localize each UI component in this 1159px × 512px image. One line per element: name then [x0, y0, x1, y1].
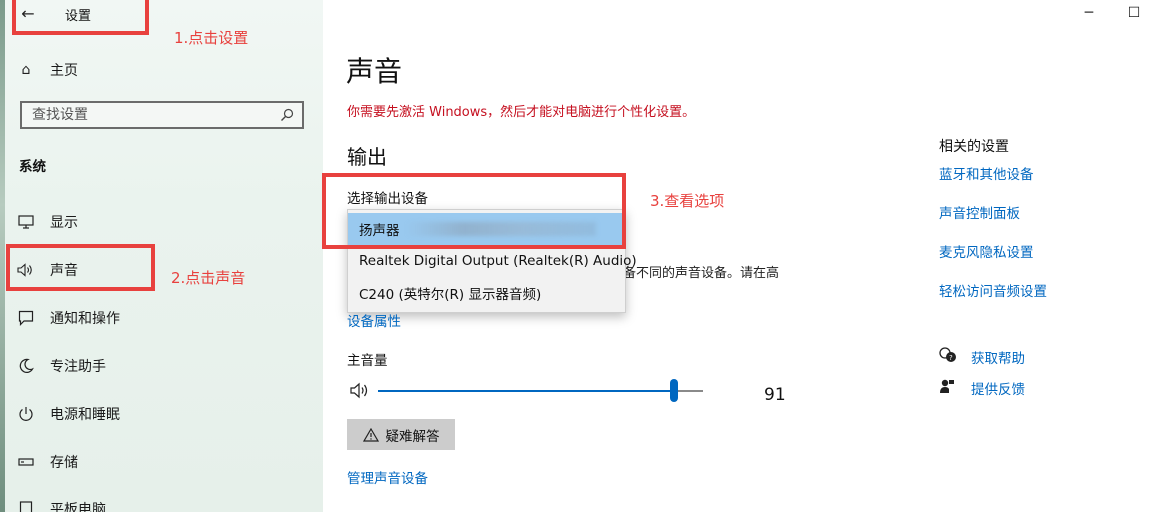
nav-notifications-label: 通知和操作 — [50, 311, 120, 327]
related-link-mic-privacy[interactable]: 麦克风隐私设置 — [939, 241, 1034, 261]
nav-focus-assist-label: 专注助手 — [50, 359, 106, 375]
output-hint-text: 备不同的声音设备。请在高 — [623, 266, 780, 281]
related-link-ease-of-access-audio[interactable]: 轻松访问音频设置 — [939, 280, 1047, 300]
search-icon[interactable] — [280, 108, 294, 122]
nav-home[interactable]: ⌂ 主页 — [17, 58, 78, 82]
nav-focus-assist[interactable]: 专注助手 — [17, 354, 106, 378]
annotation-box-dropdown — [322, 173, 626, 249]
manage-sound-devices-link[interactable]: 管理声音设备 — [347, 467, 428, 487]
power-icon — [17, 405, 35, 423]
volume-slider[interactable] — [378, 379, 703, 402]
search-field[interactable] — [20, 101, 304, 129]
nav-power[interactable]: 电源和睡眠 — [17, 402, 120, 426]
volume-icon[interactable] — [350, 382, 372, 403]
home-icon: ⌂ — [21, 62, 31, 78]
device-properties-link[interactable]: 设备属性 — [347, 310, 401, 330]
nav-power-label: 电源和睡眠 — [50, 407, 120, 423]
annotation-box-sound — [6, 244, 155, 291]
master-volume-label: 主音量 — [347, 353, 388, 369]
volume-slider-thumb[interactable] — [669, 379, 678, 402]
activation-warning: 你需要先激活 Windows，然后才能对电脑进行个性化设置。 — [347, 105, 696, 120]
output-heading: 输出 — [347, 145, 387, 169]
search-input[interactable] — [32, 107, 262, 123]
help-icon: ? — [939, 347, 957, 367]
dropdown-option-c240[interactable]: C240 (英特尔(R) 显示器音频) — [348, 277, 625, 309]
nav-notifications[interactable]: 通知和操作 — [17, 306, 120, 330]
desktop-edge — [0, 0, 5, 512]
nav-storage[interactable]: 存储 — [17, 450, 78, 474]
annotation-step1: 1.点击设置 — [174, 29, 249, 47]
nav-tablet[interactable]: 平板电脑 — [17, 497, 106, 512]
troubleshoot-button[interactable]: 疑难解答 — [347, 419, 455, 450]
nav-home-label: 主页 — [50, 63, 78, 79]
nav-tablet-label: 平板电脑 — [50, 502, 106, 512]
dropdown-option-realtek[interactable]: Realtek Digital Output (Realtek(R) Audio… — [348, 245, 637, 277]
maximize-button[interactable]: ☐ — [1124, 4, 1144, 22]
notification-icon — [17, 309, 35, 327]
feedback-icon — [939, 378, 955, 398]
nav-display[interactable]: 显示 — [17, 210, 78, 234]
warning-icon — [362, 427, 379, 442]
feedback-link[interactable]: 提供反馈 — [971, 378, 1025, 398]
section-heading: 系统 — [19, 159, 46, 175]
annotation-box-settings — [12, 0, 149, 35]
nav-storage-label: 存储 — [50, 455, 78, 471]
related-link-sound-control-panel[interactable]: 声音控制面板 — [939, 202, 1020, 222]
page-title: 声音 — [346, 55, 403, 88]
annotation-step3: 3.查看选项 — [650, 192, 725, 210]
annotation-step2: 2.点击声音 — [171, 269, 246, 287]
storage-icon — [17, 453, 35, 471]
nav-display-label: 显示 — [50, 215, 78, 231]
troubleshoot-label: 疑难解答 — [385, 428, 440, 444]
volume-slider-fill — [378, 390, 674, 392]
related-link-bluetooth[interactable]: 蓝牙和其他设备 — [939, 163, 1034, 183]
related-settings-title: 相关的设置 — [939, 139, 1009, 155]
tablet-icon — [17, 500, 35, 512]
minimize-button[interactable]: ─ — [1079, 4, 1099, 22]
volume-value: 91 — [764, 385, 786, 405]
get-help-link[interactable]: 获取帮助 — [971, 347, 1025, 367]
svg-text:?: ? — [949, 354, 953, 362]
moon-icon — [17, 357, 35, 375]
monitor-icon — [17, 213, 35, 231]
